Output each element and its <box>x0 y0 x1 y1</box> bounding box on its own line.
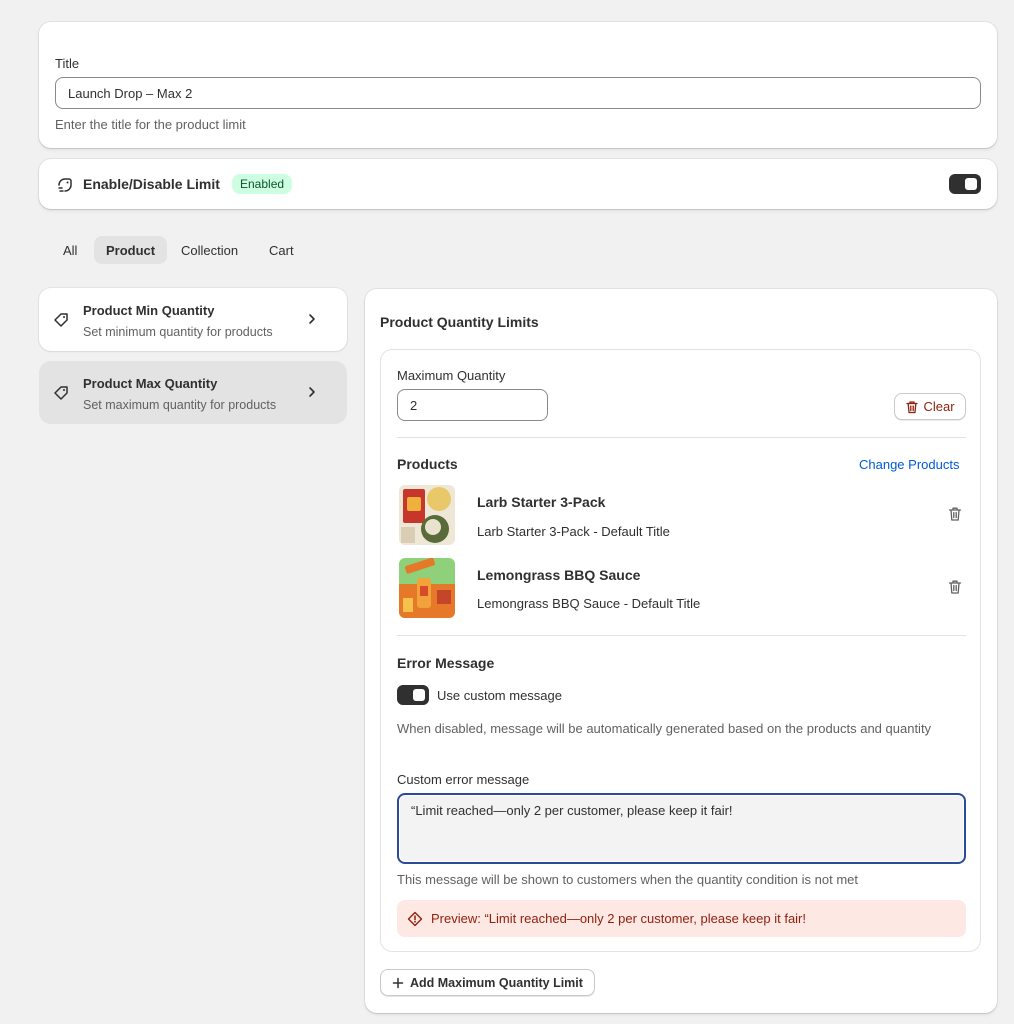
tab-product[interactable]: Product <box>94 236 168 264</box>
error-preview-banner: Preview: “Limit reached—only 2 per custo… <box>397 900 966 937</box>
change-products-link[interactable]: Change Products <box>859 457 959 472</box>
trash-icon[interactable] <box>948 579 962 595</box>
quantity-limits-panel: Product Quantity Limits Maximum Quantity… <box>365 289 997 1013</box>
product-name: Lemongrass BBQ Sauce <box>477 567 641 583</box>
custom-error-help: This message will be shown to customers … <box>397 872 859 887</box>
product-thumbnail <box>399 558 455 618</box>
trash-icon[interactable] <box>948 506 962 522</box>
tab-all[interactable]: All <box>51 236 89 264</box>
title-card: Title Launch Drop – Max 2 Enter the titl… <box>39 22 997 148</box>
custom-message-toggle[interactable] <box>397 685 429 705</box>
chevron-right-icon <box>309 314 315 324</box>
sidebar-item-title: Product Max Quantity <box>83 376 218 391</box>
sidebar-item-subtitle: Set maximum quantity for products <box>83 398 277 412</box>
toggle-knob <box>413 689 425 701</box>
max-quantity-value: 2 <box>410 397 418 413</box>
tab-collection[interactable]: Collection <box>169 236 250 264</box>
product-thumbnail <box>399 485 455 545</box>
sidebar-item-subtitle: Set minimum quantity for products <box>83 325 273 339</box>
custom-error-label: Custom error message <box>397 772 530 787</box>
trash-icon <box>906 400 919 413</box>
custom-error-value: “Limit reached—only 2 per customer, plea… <box>411 803 733 818</box>
alert-diamond-icon <box>407 911 423 926</box>
limit-card: Maximum Quantity 2 Clear Products Change… <box>380 349 981 952</box>
custom-message-toggle-label: Use custom message <box>437 688 562 703</box>
divider <box>397 635 966 636</box>
chevron-right-icon <box>309 387 315 397</box>
status-badge: Enabled <box>232 174 293 194</box>
tab-cart[interactable]: Cart <box>257 236 306 264</box>
custom-error-textarea[interactable]: “Limit reached—only 2 per customer, plea… <box>397 793 966 864</box>
error-preview-text: Preview: “Limit reached—only 2 per custo… <box>431 911 807 926</box>
enable-label: Enable/Disable Limit <box>83 176 220 192</box>
product-variant: Larb Starter 3-Pack - Default Title <box>477 524 670 539</box>
product-variant: Lemongrass BBQ Sauce - Default Title <box>477 596 701 611</box>
title-help: Enter the title for the product limit <box>55 117 246 132</box>
tag-icon <box>54 386 68 400</box>
divider <box>397 437 966 438</box>
panel-title: Product Quantity Limits <box>380 314 539 330</box>
title-label: Title <box>55 56 80 71</box>
disabled-help-text: When disabled, message will be automatic… <box>397 721 932 736</box>
sidebar-item-min-quantity[interactable]: Product Min Quantity Set minimum quantit… <box>39 288 347 351</box>
title-input[interactable]: Launch Drop – Max 2 <box>55 77 981 109</box>
products-title: Products <box>397 456 458 472</box>
product-name: Larb Starter 3-Pack <box>477 494 606 510</box>
plus-icon <box>392 977 404 988</box>
tag-icon <box>54 313 68 327</box>
clear-label: Clear <box>923 399 955 414</box>
title-input-value: Launch Drop – Max 2 <box>68 85 193 101</box>
add-max-quantity-limit-button[interactable]: Add Maximum Quantity Limit <box>380 969 595 996</box>
max-quantity-label: Maximum Quantity <box>397 368 506 383</box>
max-quantity-input[interactable]: 2 <box>397 389 548 421</box>
discount-tag-icon <box>58 178 72 192</box>
enable-card: Enable/Disable Limit Enabled <box>39 159 997 209</box>
error-message-title: Error Message <box>397 655 495 671</box>
clear-button[interactable]: Clear <box>894 393 966 420</box>
toggle-knob <box>965 178 977 190</box>
sidebar-item-max-quantity[interactable]: Product Max Quantity Set maximum quantit… <box>39 361 347 424</box>
add-button-label: Add Maximum Quantity Limit <box>410 975 583 990</box>
sidebar-item-title: Product Min Quantity <box>83 303 215 318</box>
enable-toggle[interactable] <box>949 174 981 194</box>
